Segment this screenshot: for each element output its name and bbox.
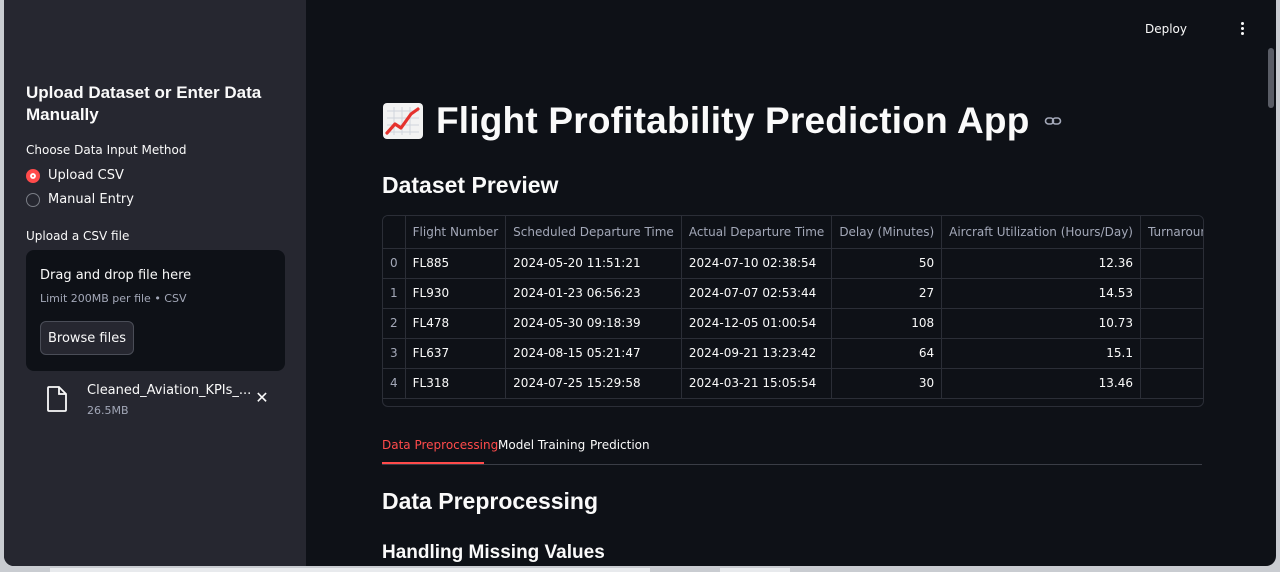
table-cell[interactable]: 15.1 [941,338,1141,369]
table-cell[interactable]: 12.36 [941,248,1141,279]
radio-label: Manual Entry [48,192,134,207]
chart-increasing-icon [383,103,423,139]
dataset-preview-heading: Dataset Preview [382,172,559,198]
row-index[interactable]: 2 [383,308,406,339]
table-row[interactable]: 3 FL637 2024-08-15 05:21:47 2024-09-21 13:2… [383,338,1203,369]
table-cell[interactable]: FL318 [405,368,507,399]
subsection-heading: Handling Missing Values [382,542,605,563]
table-cell[interactable] [1140,248,1203,279]
column-header[interactable]: Delay (Minutes) [831,216,943,249]
deploy-button[interactable]: Deploy [1141,20,1191,38]
file-dropzone[interactable]: Drag and drop file here Limit 200MB per … [26,250,285,371]
table-cell[interactable]: 14.53 [941,278,1141,309]
radio-manual-entry[interactable]: Manual Entry [26,192,134,207]
dropzone-subtitle: Limit 200MB per file • CSV [40,292,187,305]
table-cell[interactable] [1140,308,1203,339]
table-cell[interactable]: 2024-01-23 06:56:23 [505,278,682,309]
section-heading: Data Preprocessing [382,488,599,514]
table-cell[interactable]: 2024-12-05 01:00:54 [681,308,833,339]
table-cell[interactable]: 2024-03-21 15:05:54 [681,368,833,399]
sidebar-title: Upload Dataset or Enter Data Manually [26,83,262,124]
taskbar-segment [720,568,790,572]
index-column-header[interactable] [383,216,406,249]
table-row[interactable]: 4 FL318 2024-07-25 15:29:58 2024-03-21 15:0… [383,368,1203,399]
page-title: Flight Profitability Prediction App [382,100,1062,142]
scrollbar[interactable] [1268,48,1274,108]
table-cell[interactable]: 2024-05-30 09:18:39 [505,308,682,339]
input-method-label: Choose Data Input Method [26,143,187,157]
taskbar-strip [0,566,1280,572]
row-index[interactable]: 4 [383,368,406,399]
table-cell[interactable]: 27 [831,278,943,309]
column-header[interactable]: Scheduled Departure Time [505,216,682,249]
tab-model-training[interactable]: Model Training [498,438,585,452]
column-header[interactable]: Aircraft Utilization (Hours/Day) [941,216,1141,249]
upload-label: Upload a CSV file [26,229,130,243]
radio-unselected-icon[interactable] [26,192,40,207]
app-window: Upload Dataset or Enter Data Manually Ch… [4,0,1276,566]
table-cell[interactable]: 50 [831,248,943,279]
taskbar-segment [50,568,650,572]
link-icon[interactable] [1044,112,1062,130]
table-cell[interactable]: 2024-07-07 02:53:44 [681,278,833,309]
row-index[interactable]: 1 [383,278,406,309]
table-cell[interactable]: 2024-07-10 02:38:54 [681,248,833,279]
table-header-row: Flight Number Scheduled Departure Time Act… [383,216,1203,249]
table-cell[interactable]: 2024-05-20 11:51:21 [505,248,682,279]
tab-bar: Data Preprocessing Model Training Predic… [382,432,1202,465]
row-index[interactable]: 0 [383,248,406,279]
table-row[interactable]: 0 FL885 2024-05-20 11:51:21 2024-07-10 02:3… [383,248,1203,279]
dropzone-title: Drag and drop file here [40,268,192,283]
radio-upload-csv[interactable]: Upload CSV [26,168,124,183]
file-size: 26.5MB [87,404,129,417]
table-cell[interactable]: 10.73 [941,308,1141,339]
file-name: Cleaned_Aviation_KPIs_... [87,383,252,398]
column-header[interactable]: Flight Number [405,216,507,249]
table-row[interactable]: 2 FL478 2024-05-30 09:18:39 2024-12-05 01:0… [383,308,1203,339]
row-index[interactable]: 3 [383,338,406,369]
table-cell[interactable]: 2024-09-21 13:23:42 [681,338,833,369]
data-table[interactable]: Flight Number Scheduled Departure Time Act… [382,215,1204,407]
main-content: Deploy Flight Profitability Prediction A… [306,0,1276,566]
browse-files-button[interactable]: Browse files [40,321,134,355]
table-row[interactable]: 1 FL930 2024-01-23 06:56:23 2024-07-07 02:5… [383,278,1203,309]
sidebar: Upload Dataset or Enter Data Manually Ch… [4,0,306,566]
radio-label: Upload CSV [48,168,124,183]
active-tab-indicator [382,462,484,464]
table-cell[interactable] [1140,338,1203,369]
app-title-text: Flight Profitability Prediction App [436,100,1030,141]
radio-selected-icon[interactable] [26,168,40,183]
tab-data-preprocessing[interactable]: Data Preprocessing [382,438,498,452]
table-cell[interactable]: FL930 [405,278,507,309]
kebab-menu-icon[interactable] [1234,18,1250,38]
close-icon[interactable]: ✕ [254,390,270,406]
table-cell[interactable]: FL478 [405,308,507,339]
column-header[interactable]: Turnaround Time (Min [1140,216,1203,249]
table-cell[interactable]: 64 [831,338,943,369]
table-cell[interactable]: 2024-07-25 15:29:58 [505,368,682,399]
table-cell[interactable] [1140,278,1203,309]
table-cell[interactable]: FL637 [405,338,507,369]
table-cell[interactable]: 30 [831,368,943,399]
table-cell[interactable]: FL885 [405,248,507,279]
table-cell[interactable] [1140,368,1203,399]
column-header[interactable]: Actual Departure Time [681,216,833,249]
uploaded-file: Cleaned_Aviation_KPIs_... 26.5MB ✕ [26,380,285,424]
file-icon [47,386,67,412]
table-cell[interactable]: 13.46 [941,368,1141,399]
table-cell[interactable]: 108 [831,308,943,339]
table-cell[interactable]: 2024-08-15 05:21:47 [505,338,682,369]
tab-prediction[interactable]: Prediction [590,438,650,452]
